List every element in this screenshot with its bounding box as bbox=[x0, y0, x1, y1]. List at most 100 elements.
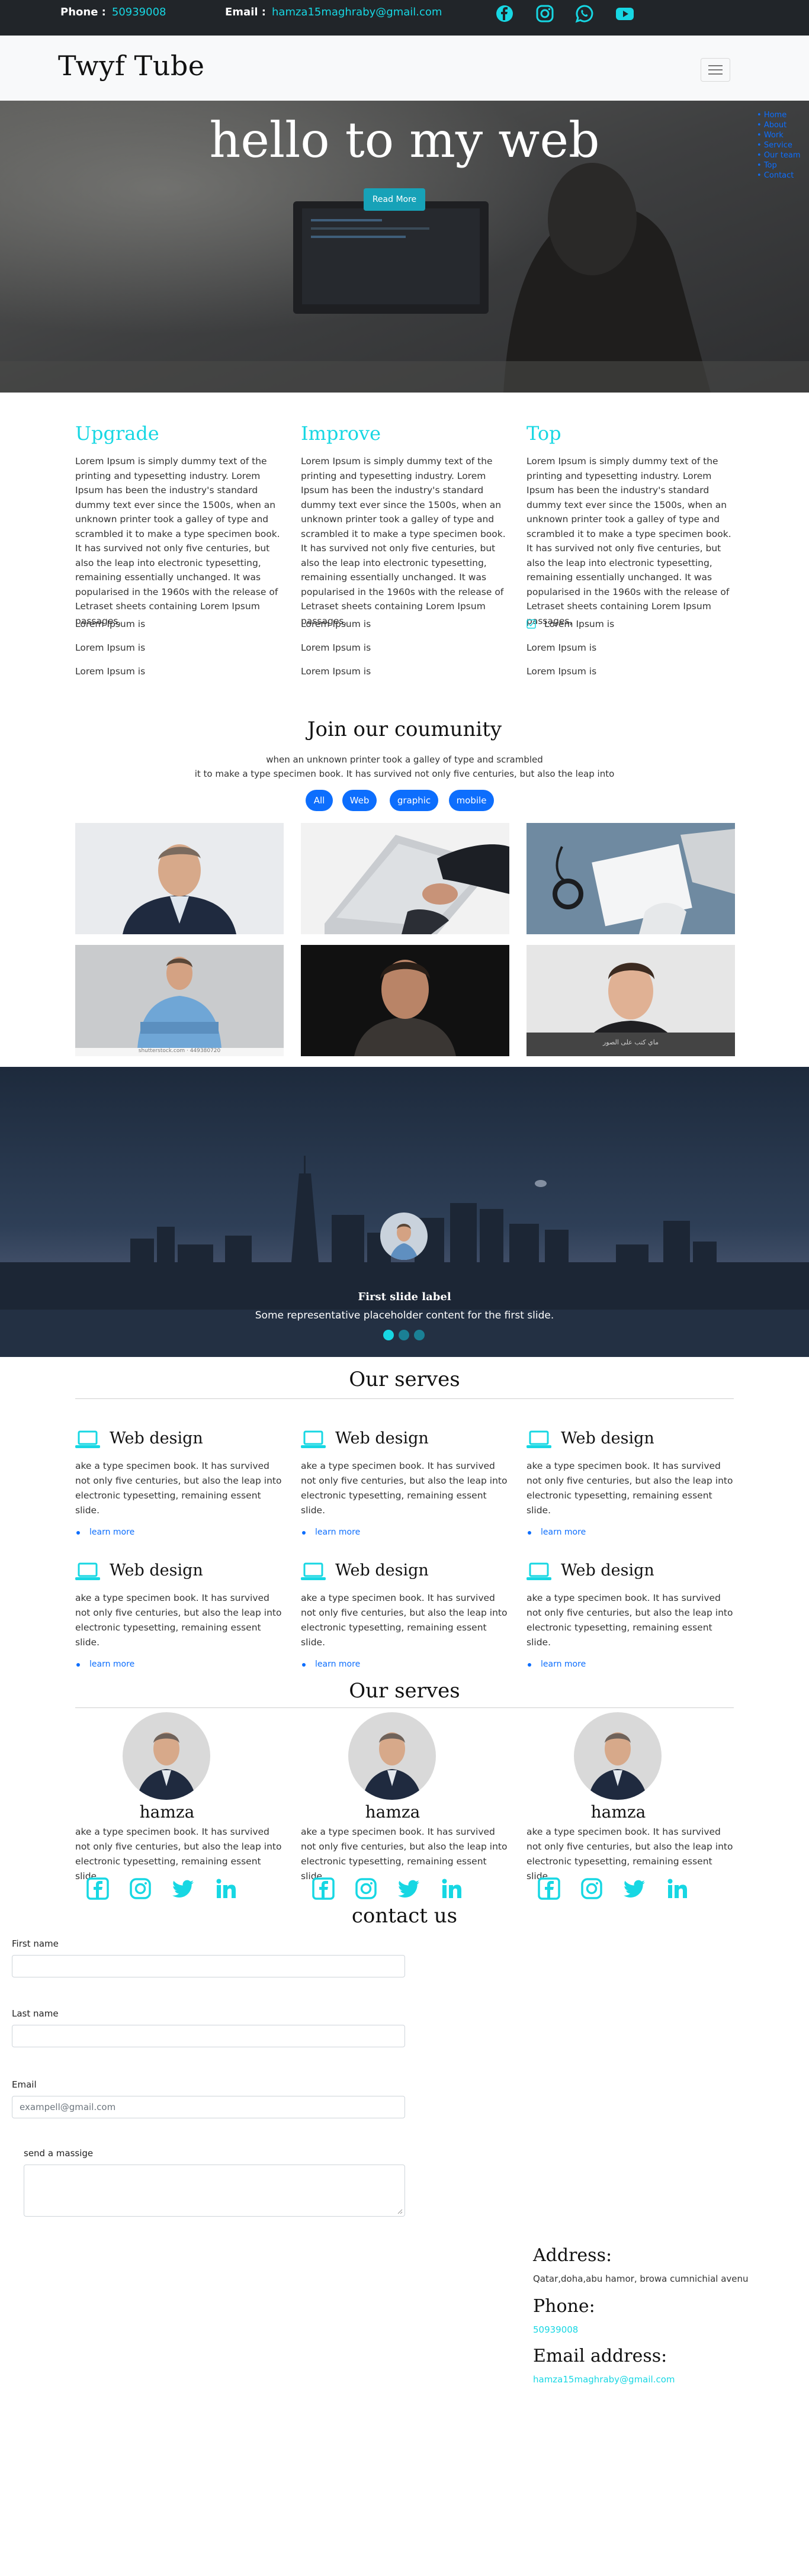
service-card: Web design ake a type specimen book. It … bbox=[75, 1560, 282, 1669]
resize-handle-icon[interactable] bbox=[397, 2208, 403, 2214]
member-bio: ake a type specimen book. It has survive… bbox=[301, 1826, 508, 1882]
learn-more-link[interactable]: learn more bbox=[301, 1527, 508, 1537]
feature-list-item: Lorem Ipsum is bbox=[301, 619, 371, 629]
phone-link[interactable]: 50939008 bbox=[533, 2324, 578, 2335]
service-card: Web design ake a type specimen book. It … bbox=[75, 1428, 282, 1537]
laptop-icon bbox=[75, 1562, 100, 1580]
email-field[interactable]: exampell@gmail.com bbox=[12, 2096, 405, 2118]
twitter-icon[interactable] bbox=[622, 1877, 646, 1900]
learn-more-link[interactable]: learn more bbox=[75, 1660, 282, 1669]
facebook-icon[interactable] bbox=[537, 1877, 561, 1900]
top-contact-bar: Phone : 50939008 Email : hamza15maghraby@g… bbox=[0, 0, 809, 36]
filter-mobile-button[interactable]: mobile bbox=[449, 790, 494, 811]
facebook-icon[interactable] bbox=[495, 4, 515, 24]
hero-title: hello to my web bbox=[209, 112, 600, 169]
avatar bbox=[123, 1712, 210, 1800]
community-title: Join our coumunity bbox=[307, 718, 502, 741]
feature-upgrade: Upgrade Lorem Ipsum is simply dummy text… bbox=[75, 422, 282, 677]
feature-improve: Improve Lorem Ipsum is simply dummy text… bbox=[301, 422, 508, 677]
service-title: Web design bbox=[110, 1561, 203, 1580]
instagram-icon[interactable] bbox=[535, 4, 555, 24]
instagram-icon[interactable] bbox=[580, 1877, 603, 1900]
filter-graphic-button[interactable]: graphic bbox=[390, 790, 438, 811]
phone-info: Phone : 50939008 bbox=[60, 6, 166, 18]
laptop-icon bbox=[527, 1430, 551, 1448]
carousel-indicator-1[interactable] bbox=[383, 1330, 394, 1340]
learn-more-link[interactable]: learn more bbox=[527, 1527, 734, 1537]
learn-more-link[interactable]: learn more bbox=[301, 1660, 508, 1669]
side-nav-home[interactable]: Home bbox=[757, 110, 801, 120]
laptop-icon bbox=[75, 1430, 100, 1448]
team-title: Our serves bbox=[349, 1679, 460, 1703]
phone-value[interactable]: 50939008 bbox=[112, 6, 166, 18]
whatsapp-icon[interactable] bbox=[574, 4, 595, 24]
facebook-icon[interactable] bbox=[86, 1877, 110, 1900]
feature-list-item: Lorem Ipsum is bbox=[527, 666, 597, 677]
photo-watermark: shutterstock.com · 449380720 bbox=[138, 1048, 221, 1054]
first-name-input[interactable] bbox=[12, 1955, 405, 1977]
side-nav-work[interactable]: Work bbox=[757, 130, 801, 140]
team-divider bbox=[75, 1707, 734, 1708]
gallery-photo-laptop[interactable] bbox=[301, 823, 509, 934]
feature-list-item: Lorem Ipsum is bbox=[301, 666, 371, 677]
instagram-icon[interactable] bbox=[129, 1877, 152, 1900]
linkedin-icon[interactable] bbox=[439, 1877, 463, 1900]
twitter-icon[interactable] bbox=[171, 1877, 195, 1900]
feature-list-item: Lorem Ipsum is bbox=[75, 619, 146, 629]
gallery-photo-doctor-desk[interactable] bbox=[527, 823, 735, 934]
message-textarea[interactable] bbox=[24, 2165, 405, 2217]
service-title: Web design bbox=[561, 1561, 654, 1580]
feature-title: Improve bbox=[301, 422, 381, 445]
email-label: Email : bbox=[225, 6, 267, 18]
feature-top: Top Lorem Ipsum is simply dummy text of … bbox=[527, 422, 734, 677]
side-nav-top[interactable]: Top bbox=[757, 160, 801, 171]
email-value[interactable]: hamza15maghraby@gmail.com bbox=[272, 6, 442, 18]
youtube-icon[interactable] bbox=[615, 4, 635, 24]
linkedin-icon[interactable] bbox=[665, 1877, 689, 1900]
message-label: send a massige bbox=[24, 2148, 94, 2159]
facebook-icon[interactable] bbox=[312, 1877, 335, 1900]
brand-logo[interactable]: Twyf Tube bbox=[58, 50, 205, 82]
community-text-line-2: it to make a type specimen book. It has … bbox=[194, 768, 615, 779]
email-address-link[interactable]: hamza15maghraby@gmail.com bbox=[533, 2374, 675, 2385]
learn-more-link[interactable]: learn more bbox=[75, 1527, 282, 1537]
email-field-label: Email bbox=[12, 2079, 37, 2090]
gallery-photo-portrait-dark[interactable] bbox=[301, 945, 509, 1056]
twitter-icon[interactable] bbox=[397, 1877, 420, 1900]
service-text: ake a type specimen book. It has survive… bbox=[75, 1593, 282, 1648]
linkedin-icon[interactable] bbox=[214, 1877, 237, 1900]
contact-title: contact us bbox=[351, 1904, 458, 1928]
service-title: Web design bbox=[561, 1429, 654, 1448]
feature-list-item: Lorem Ipsum is bbox=[75, 666, 146, 677]
instagram-icon[interactable] bbox=[354, 1877, 378, 1900]
email-info: Email : hamza15maghraby@gmail.com bbox=[225, 6, 442, 18]
carousel-indicator-2[interactable] bbox=[399, 1330, 409, 1340]
checkbox-icon[interactable] bbox=[527, 619, 536, 629]
carousel-caption-text: Some representative placeholder content … bbox=[255, 1310, 554, 1321]
side-nav-service[interactable]: Service bbox=[757, 140, 801, 150]
email-address-heading: Email address: bbox=[533, 2346, 667, 2366]
avatar bbox=[348, 1712, 436, 1800]
feature-text: Lorem Ipsum is simply dummy text of the … bbox=[301, 456, 506, 626]
read-more-button[interactable]: Read More bbox=[364, 188, 425, 211]
last-name-input[interactable] bbox=[12, 2025, 405, 2047]
service-title: Web design bbox=[335, 1429, 429, 1448]
gallery-photo-casual-man[interactable]: shutterstock.com · 449380720 bbox=[75, 945, 284, 1056]
feature-title: Top bbox=[527, 422, 561, 445]
photo-overlay-text: ماي كتب على الصور bbox=[602, 1038, 659, 1046]
gallery-photo-smiling-man[interactable]: ماي كتب على الصور bbox=[527, 945, 735, 1056]
first-name-label: First name bbox=[12, 1938, 59, 1949]
filter-all-button[interactable]: All bbox=[306, 790, 333, 811]
side-nav-our-team[interactable]: Our team bbox=[757, 150, 801, 160]
side-nav-contact[interactable]: Contact bbox=[757, 171, 801, 181]
carousel-indicator-3[interactable] bbox=[414, 1330, 425, 1340]
filter-web-button[interactable]: Web bbox=[342, 790, 377, 811]
navbar-toggler[interactable] bbox=[701, 58, 730, 82]
gallery-photo-businessman[interactable] bbox=[75, 823, 284, 934]
feature-text: Lorem Ipsum is simply dummy text of the … bbox=[527, 456, 731, 626]
learn-more-link[interactable]: learn more bbox=[527, 1660, 734, 1669]
service-card: Web design ake a type specimen book. It … bbox=[301, 1560, 508, 1669]
side-nav-about[interactable]: About bbox=[757, 120, 801, 130]
service-title: Web design bbox=[110, 1429, 203, 1448]
member-name: hamza bbox=[365, 1802, 420, 1822]
